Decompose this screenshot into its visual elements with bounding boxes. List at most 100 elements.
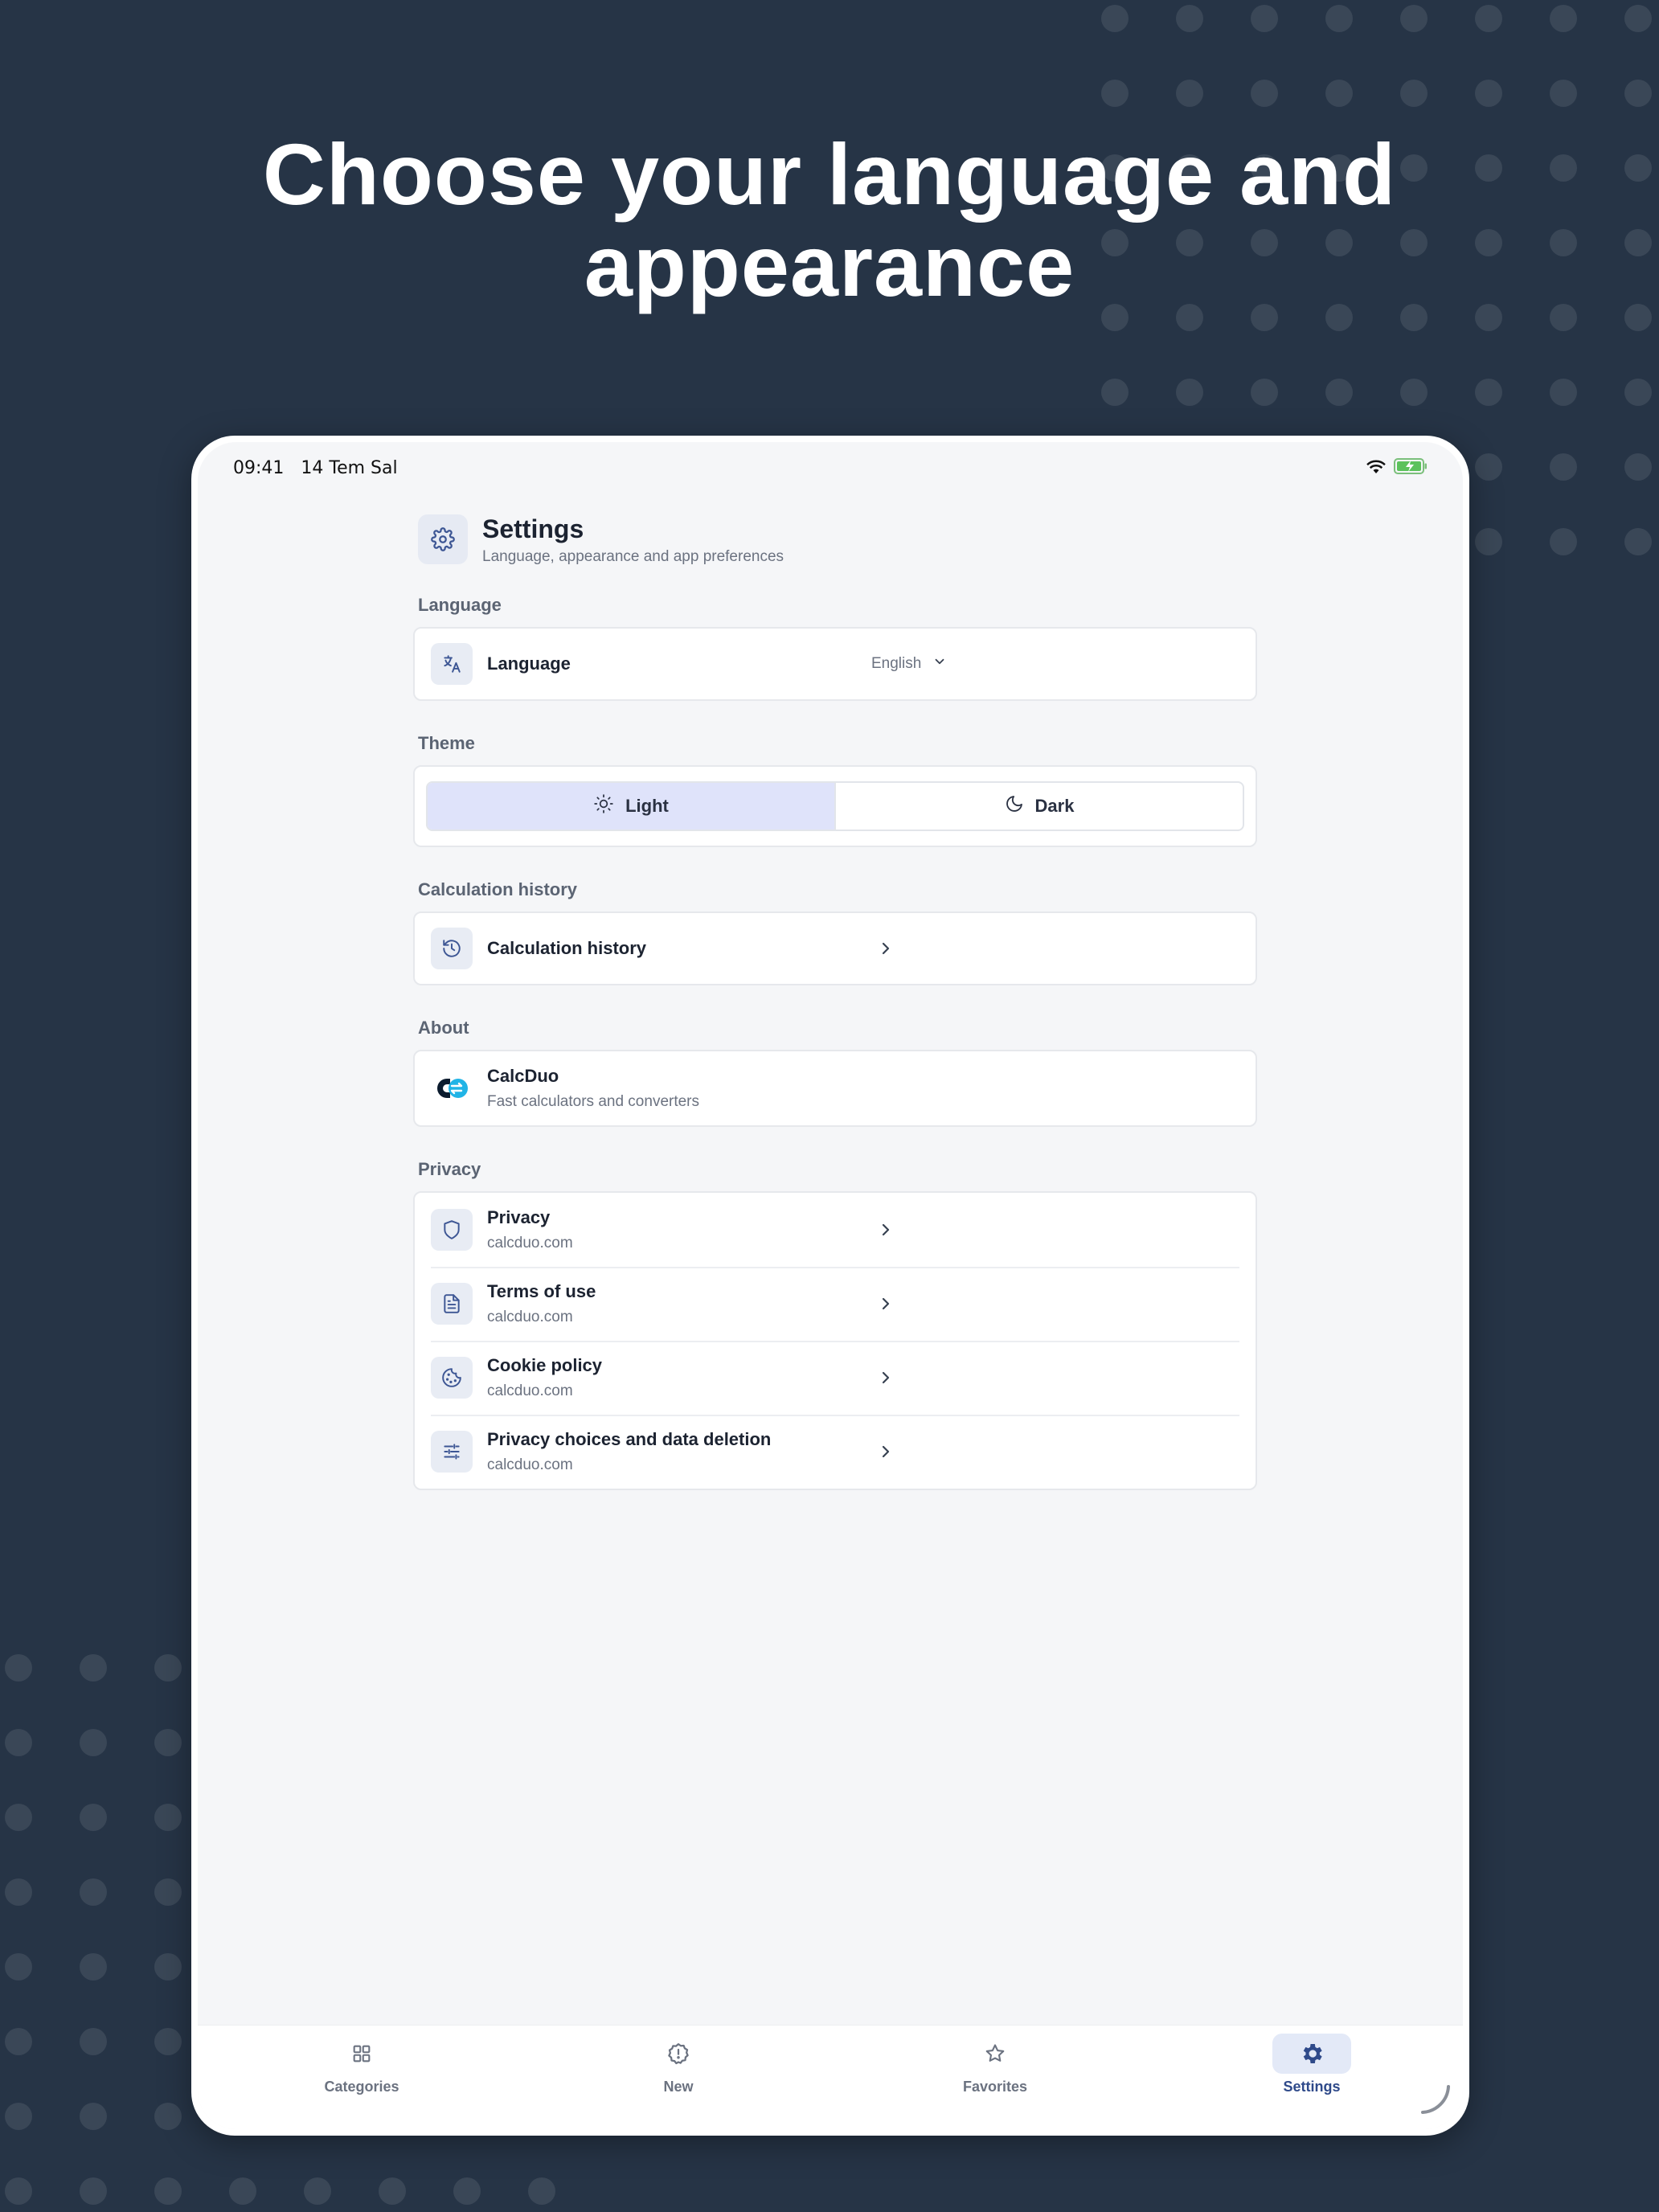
document-icon <box>431 1283 473 1325</box>
history-row-title: Calculation history <box>487 938 647 958</box>
theme-option-light-label: Light <box>625 796 669 816</box>
page-subtitle: Language, appearance and app preferences <box>482 548 784 565</box>
decorative-dot <box>80 1654 107 1682</box>
privacy-choices-row[interactable]: Privacy choices and data deletion calcdu… <box>415 1415 1256 1489</box>
decorative-dot <box>1400 5 1428 32</box>
cookie-row-text: Cookie policy calcduo.com <box>487 1355 602 1400</box>
decorative-dot <box>1176 5 1203 32</box>
about-card: CalcDuo Fast calculators and converters <box>413 1050 1257 1127</box>
decorative-dot <box>80 1729 107 1756</box>
decorative-dot <box>80 1953 107 1981</box>
tab-favorites-label: Favorites <box>962 2079 1028 2095</box>
terms-row[interactable]: Terms of use calcduo.com <box>415 1267 1256 1341</box>
tab-new[interactable]: New <box>598 2026 759 2095</box>
decorative-dot <box>154 1654 182 1682</box>
decorative-dot <box>1251 5 1278 32</box>
tab-settings-label: Settings <box>1283 2079 1341 2095</box>
theme-option-dark-label: Dark <box>1034 796 1075 816</box>
decorative-dot <box>1251 379 1278 406</box>
language-select[interactable]: English <box>871 654 947 674</box>
decorative-dot <box>1325 379 1353 406</box>
chevron-right-icon <box>876 939 895 962</box>
section-label-history: Calculation history <box>418 879 578 899</box>
about-row-text: CalcDuo Fast calculators and converters <box>487 1066 699 1111</box>
privacy-choices-row-sub: calcduo.com <box>487 1456 573 1473</box>
chevron-right-icon <box>876 1442 895 1465</box>
gear-icon <box>1272 2034 1351 2074</box>
decorative-dot <box>5 1953 32 1981</box>
decorative-dot <box>1624 528 1652 555</box>
tab-categories[interactable]: Categories <box>281 2026 442 2095</box>
privacy-row[interactable]: Privacy calcduo.com <box>415 1193 1256 1267</box>
chevron-down-icon <box>932 654 947 674</box>
privacy-choices-row-title: Privacy choices and data deletion <box>487 1429 772 1449</box>
cookie-policy-row[interactable]: Cookie policy calcduo.com <box>415 1341 1256 1415</box>
decorative-dot <box>1101 5 1129 32</box>
decorative-dot <box>229 2177 256 2205</box>
calculation-history-row[interactable]: Calculation history <box>415 913 1256 984</box>
decorative-dot <box>1176 80 1203 107</box>
status-indicators <box>1366 458 1428 479</box>
star-icon <box>956 2034 1034 2074</box>
decorative-dot <box>1325 80 1353 107</box>
chevron-right-icon <box>876 1294 895 1317</box>
decorative-dot <box>1325 5 1353 32</box>
decorative-dot <box>5 1729 32 1756</box>
decorative-dot <box>1550 80 1577 107</box>
shield-icon <box>431 1209 473 1251</box>
bottom-tab-bar: Categories New Favorites Settings <box>198 2025 1463 2129</box>
section-label-about: About <box>418 1018 469 1038</box>
sun-icon <box>593 793 614 819</box>
section-label-language: Language <box>418 595 502 615</box>
headline-line-1: Choose your language and <box>262 125 1397 223</box>
decorative-dot <box>154 1878 182 1906</box>
decorative-dot <box>1101 379 1129 406</box>
battery-charging-icon <box>1394 458 1428 479</box>
decorative-dot <box>5 1654 32 1682</box>
privacy-row-text: Privacy calcduo.com <box>487 1207 573 1252</box>
decorative-dot <box>5 1804 32 1831</box>
history-card: Calculation history <box>413 911 1257 985</box>
headline-line-2: appearance <box>584 217 1075 314</box>
decorative-dot <box>1475 528 1502 555</box>
gear-icon <box>418 514 468 564</box>
status-date: 14 Tem Sal <box>301 458 398 478</box>
cookie-icon <box>431 1357 473 1399</box>
decorative-dot <box>5 2177 32 2205</box>
language-row[interactable]: Language English <box>415 629 1256 699</box>
terms-row-text: Terms of use calcduo.com <box>487 1281 596 1326</box>
decorative-dot <box>1624 5 1652 32</box>
cookie-row-title: Cookie policy <box>487 1355 603 1375</box>
theme-option-light[interactable]: Light <box>428 783 834 830</box>
privacy-card: Privacy calcduo.com Terms of use calcduo… <box>413 1191 1257 1490</box>
calcduo-logo <box>431 1067 473 1109</box>
decorative-dot <box>1550 453 1577 481</box>
cookie-row-sub: calcduo.com <box>487 1382 573 1399</box>
decorative-dot <box>528 2177 555 2205</box>
decorative-dot <box>1550 528 1577 555</box>
tab-favorites[interactable]: Favorites <box>915 2026 1075 2095</box>
headline: Choose your language and appearance <box>0 129 1659 312</box>
tab-settings[interactable]: Settings <box>1231 2026 1392 2095</box>
status-time-date: 09:41 14 Tem Sal <box>233 458 398 478</box>
decorative-dot <box>80 1804 107 1831</box>
chevron-right-icon <box>876 1220 895 1243</box>
grid-icon <box>322 2034 401 2074</box>
about-row: CalcDuo Fast calculators and converters <box>415 1051 1256 1125</box>
moon-icon <box>1005 794 1024 818</box>
history-icon <box>431 928 473 969</box>
decorative-dot <box>453 2177 481 2205</box>
tablet-frame: 09:41 14 Tem Sal Settings Language, appe… <box>191 436 1469 2136</box>
theme-option-dark[interactable]: Dark <box>834 783 1243 830</box>
header-text: Settings Language, appearance and app pr… <box>482 513 784 566</box>
wifi-icon <box>1366 459 1386 479</box>
about-tagline: Fast calculators and converters <box>487 1093 700 1110</box>
decorative-dot <box>80 2103 107 2130</box>
decorative-dot <box>1101 80 1129 107</box>
decorative-dot <box>1624 80 1652 107</box>
theme-card: Light Dark <box>413 765 1257 847</box>
decorative-dot <box>1400 80 1428 107</box>
badge-alert-icon <box>639 2034 718 2074</box>
decorative-dot <box>5 2028 32 2055</box>
decorative-dot <box>1475 80 1502 107</box>
